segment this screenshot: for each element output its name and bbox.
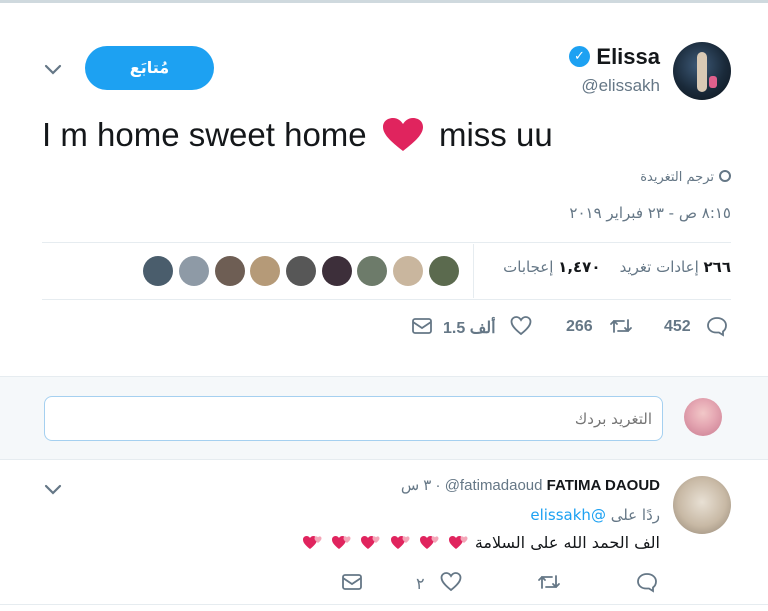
translate-label: ترجم التغريدة <box>640 170 714 185</box>
reply-time[interactable]: ٣ س <box>401 477 432 494</box>
reply-author-name[interactable]: FATIMA DAOUD <box>547 477 660 494</box>
author-handle[interactable]: @elissakh <box>581 76 660 96</box>
retweets-stat[interactable]: ٢٦٦ إعادات تغريد <box>620 258 731 276</box>
following-button[interactable]: مُتابَع <box>85 46 214 90</box>
heart-outline-icon[interactable] <box>440 572 462 592</box>
top-border <box>0 0 768 3</box>
reply-author-avatar[interactable] <box>673 476 731 534</box>
replying-prefix: ردًا على <box>610 506 660 524</box>
tweet-timestamp[interactable]: ٨:١٥ ص - ٢٣ فبراير ٢٠١٩ <box>569 204 731 222</box>
author-avatar[interactable] <box>673 42 731 100</box>
replying-to: ردًا على @elissakh <box>530 506 660 524</box>
reply-icon[interactable] <box>636 571 658 593</box>
two-hearts-icon <box>332 536 351 549</box>
verified-badge-icon: ✓ <box>569 46 590 67</box>
replying-to-link[interactable]: @elissakh <box>530 506 606 524</box>
reply-input[interactable] <box>44 396 663 441</box>
divider <box>42 299 731 300</box>
liker-avatar[interactable] <box>215 256 245 286</box>
liker-avatar[interactable] <box>429 256 459 286</box>
chevron-down-icon[interactable] <box>42 478 64 500</box>
two-hearts-icon <box>361 536 380 549</box>
liker-avatar[interactable] <box>250 256 280 286</box>
liker-avatar[interactable] <box>179 256 209 286</box>
hearts-group <box>300 533 469 555</box>
two-hearts-icon <box>390 536 410 549</box>
tweet-text-end: miss uu <box>438 116 553 153</box>
globe-icon <box>719 170 731 182</box>
liker-avatar[interactable] <box>357 256 387 286</box>
reply-header: ٣ س · @fatimadaoud FATIMA DAOUD <box>401 476 660 494</box>
liker-avatar[interactable] <box>286 256 316 286</box>
retweet-icon[interactable] <box>609 315 633 337</box>
red-heart-icon <box>382 118 423 151</box>
current-user-avatar[interactable] <box>684 398 722 436</box>
tweet-text-start: I m home sweet home <box>42 116 367 153</box>
retweet-count: 266 <box>566 318 593 335</box>
reply-count: 452 <box>664 318 691 335</box>
liker-avatar[interactable] <box>393 256 423 286</box>
heart-outline-icon[interactable] <box>510 316 532 336</box>
reply-action[interactable]: 452 <box>664 318 691 336</box>
retweet-icon[interactable] <box>537 571 561 593</box>
stats-separator <box>473 244 474 298</box>
like-count: 1.5 ألف <box>443 320 496 337</box>
tweet-text: I m home sweet home miss uu <box>42 116 553 154</box>
two-hearts-icon <box>303 536 322 549</box>
mail-icon[interactable] <box>341 573 363 591</box>
tweet-stats: ٢٦٦ إعادات تغريد ١,٤٧٠ إعجابات <box>503 258 731 276</box>
like-action[interactable]: 1.5 ألف <box>443 318 496 338</box>
mail-icon[interactable] <box>411 317 433 335</box>
liker-avatar[interactable] <box>143 256 173 286</box>
retweet-action[interactable]: 266 <box>566 318 593 336</box>
reply-text: الف الحمد الله على السلامة <box>300 533 660 555</box>
bottom-divider <box>0 604 768 605</box>
divider <box>42 242 731 243</box>
likes-stat[interactable]: ١,٤٧٠ إعجابات <box>503 258 600 276</box>
translate-tweet-link[interactable]: ترجم التغريدة <box>640 170 731 185</box>
reply-separator: · <box>435 477 441 494</box>
two-hearts-icon <box>419 536 439 549</box>
reply-like-count[interactable]: ٢ <box>416 574 425 594</box>
reply-text-body: الف الحمد الله على السلامة <box>474 533 660 552</box>
author-name[interactable]: Elissa <box>596 44 660 70</box>
reply-icon[interactable] <box>706 315 728 337</box>
liker-avatar[interactable] <box>322 256 352 286</box>
two-hearts-icon <box>448 536 468 549</box>
reply-author-handle[interactable]: @fatimadaoud <box>445 477 543 494</box>
chevron-down-icon[interactable] <box>42 58 64 80</box>
